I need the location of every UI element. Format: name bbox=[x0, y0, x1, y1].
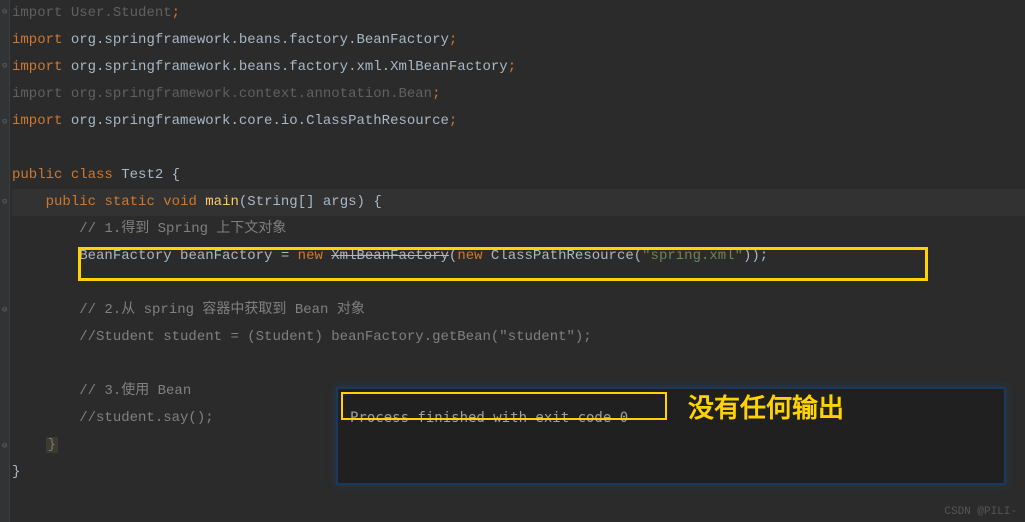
gutter: ⊖ ⊖ ⊖ ⊖ ⊖ ⊖ bbox=[0, 0, 10, 522]
code-line: // 2.从 spring 容器中获取到 Bean 对象 bbox=[12, 297, 1025, 324]
console-result: Process finished with exit code 0 bbox=[338, 407, 1004, 429]
watermark: CSDN @PILI- bbox=[944, 506, 1017, 518]
code-line bbox=[12, 351, 1025, 378]
code-line bbox=[12, 270, 1025, 297]
annotation-text: 没有任何输出 bbox=[688, 388, 844, 425]
code-line: import org.springframework.core.io.Class… bbox=[12, 108, 1025, 135]
code-line: import User.Student; bbox=[12, 0, 1025, 27]
fold-marker[interactable]: ⊖ bbox=[2, 62, 10, 70]
console-panel: Process finished with exit code 0 bbox=[336, 387, 1006, 485]
fold-marker[interactable]: ⊖ bbox=[2, 118, 10, 126]
code-line: import org.springframework.beans.factory… bbox=[12, 54, 1025, 81]
code-line bbox=[12, 135, 1025, 162]
code-line: //Student student = (Student) beanFactor… bbox=[12, 324, 1025, 351]
code-line: import org.springframework.beans.factory… bbox=[12, 27, 1025, 54]
code-line: BeanFactory beanFactory = new XmlBeanFac… bbox=[12, 243, 1025, 270]
fold-marker[interactable]: ⊖ bbox=[2, 8, 10, 16]
fold-marker[interactable]: ⊖ bbox=[2, 306, 10, 314]
code-line: import org.springframework.context.annot… bbox=[12, 81, 1025, 108]
fold-marker[interactable]: ⊖ bbox=[2, 442, 10, 450]
code-line: // 1.得到 Spring 上下文对象 bbox=[12, 216, 1025, 243]
code-line: public static void main(String[] args) { bbox=[12, 189, 1025, 216]
fold-marker[interactable]: ⊖ bbox=[2, 198, 10, 206]
code-line: public class Test2 { bbox=[12, 162, 1025, 189]
